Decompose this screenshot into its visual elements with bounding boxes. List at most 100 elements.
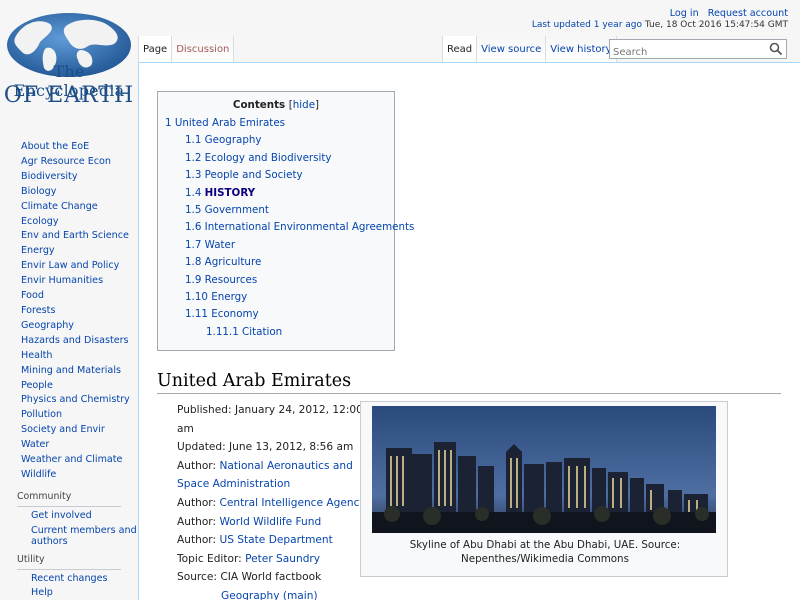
personal-tools: Log in Request account <box>664 8 788 19</box>
sidebar-item-food[interactable]: Food <box>0 289 138 304</box>
toc-entry[interactable]: 1.4 HISTORY <box>158 185 394 202</box>
toc-number: 1.11.1 <box>206 325 239 338</box>
author-label: Author: <box>177 515 217 528</box>
toc-entry[interactable]: 1.11.1 Citation <box>158 324 394 341</box>
toc-link[interactable]: 1.2 Ecology and Biodiversity <box>185 152 332 164</box>
sidebar-item-geography[interactable]: Geography <box>0 319 138 334</box>
sidebar-item-biodiversity[interactable]: Biodiversity <box>0 170 138 185</box>
last-updated-link[interactable]: Last updated 1 year ago <box>532 20 642 30</box>
sidebar-item-help[interactable]: Help <box>0 586 138 600</box>
sidebar-item-wildlife[interactable]: Wildlife <box>0 468 138 483</box>
updated-date: Updated: June 13, 2012, 8:56 am <box>177 441 354 454</box>
sidebar-utility-list: Recent changes Help <box>0 572 138 600</box>
toc-hide-link[interactable]: hide <box>293 99 315 111</box>
sidebar-item-get-involved[interactable]: Get involved <box>0 509 138 523</box>
skyline-photo[interactable] <box>372 406 716 533</box>
sidebar-item-people[interactable]: People <box>0 379 138 394</box>
toc-entry[interactable]: 1.1 Geography <box>158 132 394 149</box>
sidebar-item-mining-and-materials[interactable]: Mining and Materials <box>0 364 138 379</box>
tab-read[interactable]: Read <box>442 36 478 62</box>
tab-view-source[interactable]: View source <box>476 36 547 62</box>
sidebar-community-heading: Community <box>17 490 72 502</box>
toc-entry[interactable]: 1.3 People and Society <box>158 167 394 184</box>
toc-link[interactable]: 1.9 Resources <box>185 274 257 286</box>
toc-link[interactable]: 1.7 Water <box>185 239 235 251</box>
toc-number: 1.3 <box>185 169 202 182</box>
toc-entry[interactable]: 1 United Arab Emirates <box>158 115 394 132</box>
tab-page[interactable]: Page <box>138 36 173 62</box>
author-row: Author: National Aeronautics and <box>177 457 367 476</box>
sidebar-utility-heading: Utility <box>17 553 45 565</box>
toc-label: Ecology and Biodiversity <box>204 151 332 164</box>
author-link-wwf[interactable]: World Wildlife Fund <box>219 516 321 528</box>
sidebar-item-envir-law-and-policy[interactable]: Envir Law and Policy <box>0 259 138 274</box>
sidebar-item-health[interactable]: Health <box>0 349 138 364</box>
topic-editor-link[interactable]: Peter Saundry <box>245 553 320 565</box>
toc-link[interactable]: 1.5 Government <box>185 204 269 216</box>
toc-link[interactable]: 1.3 People and Society <box>185 169 303 181</box>
toc-entry[interactable]: 1.11 Economy <box>158 306 394 323</box>
toc-entry[interactable]: 1.6 International Environmental Agreemen… <box>158 219 414 236</box>
sidebar-item-energy[interactable]: Energy <box>0 244 138 259</box>
author-link-nasa-cont[interactable]: Space Administration <box>177 478 290 490</box>
toc-link[interactable]: 1.6 International Environmental Agreemen… <box>185 221 414 233</box>
sidebar-item-ecology[interactable]: Ecology <box>0 215 138 230</box>
sidebar-item-pollution[interactable]: Pollution <box>0 408 138 423</box>
caption-line: Skyline of Abu Dhabi at the Abu Dhabi, U… <box>409 539 681 551</box>
sidebar-item-about-the-eoe[interactable]: About the EoE <box>0 140 138 155</box>
author-row: Author: US State Department <box>177 531 367 550</box>
request-account-link[interactable]: Request account <box>708 8 788 19</box>
toc-label: Geography <box>204 134 262 147</box>
toc-entry[interactable]: 1.5 Government <box>158 202 394 219</box>
geography-main-link[interactable]: Geography (main) <box>221 590 318 600</box>
toc-label: Citation <box>242 325 283 338</box>
author-label: Author: <box>177 496 217 509</box>
toc-entry[interactable]: 1.9 Resources <box>158 272 394 289</box>
toc-link[interactable]: 1.8 Agriculture <box>185 256 261 268</box>
search-icon[interactable] <box>769 42 783 56</box>
caption-line: Nepenthes/Wikimedia Commons <box>461 553 629 565</box>
sidebar-item-biology[interactable]: Biology <box>0 185 138 200</box>
toc-label: Economy <box>211 308 259 321</box>
sidebar-item-climate-change[interactable]: Climate Change <box>0 200 138 215</box>
sidebar-community-list: Get involved Current members and authors <box>0 509 138 547</box>
search-input[interactable] <box>610 43 760 62</box>
author-label: Author: <box>177 534 217 547</box>
toc-entry[interactable]: 1.10 Energy <box>158 289 394 306</box>
toc-label: Resources <box>204 273 258 286</box>
tab-discussion[interactable]: Discussion <box>171 36 235 62</box>
sidebar-item-current-members[interactable]: Current members and authors <box>0 525 138 547</box>
sidebar-item-hazards-and-disasters[interactable]: Hazards and Disasters <box>0 334 138 349</box>
toc-link[interactable]: 1.11.1 Citation <box>206 326 282 338</box>
login-link[interactable]: Log in <box>670 8 699 19</box>
toc-link[interactable]: 1.11 Economy <box>185 308 259 320</box>
toc-number: 1.7 <box>185 238 202 251</box>
sidebar-item-agr-resource-econ[interactable]: Agr Resource Econ <box>0 155 138 170</box>
sidebar-item-env-and-earth-science[interactable]: Env and Earth Science <box>0 229 138 244</box>
author-link-cia[interactable]: Central Intelligence Agency <box>219 497 365 509</box>
sidebar-item-forests[interactable]: Forests <box>0 304 138 319</box>
toc-label: HISTORY <box>204 186 256 199</box>
sidebar-item-society-and-envir[interactable]: Society and Envir <box>0 423 138 438</box>
toc-entry[interactable]: 1.8 Agriculture <box>158 254 394 271</box>
tab-view-history[interactable]: View history <box>545 36 617 62</box>
toc-number: 1.6 <box>185 221 202 234</box>
sidebar-item-physics-and-chemistry[interactable]: Physics and Chemistry <box>0 393 138 408</box>
divider <box>17 568 121 570</box>
toc-link[interactable]: 1.4 HISTORY <box>185 187 255 199</box>
toc-number: 1.5 <box>185 203 202 216</box>
toc-entry[interactable]: 1.7 Water <box>158 237 394 254</box>
author-link-nasa[interactable]: National Aeronautics and <box>219 460 352 472</box>
sidebar-item-recent-changes[interactable]: Recent changes <box>0 572 138 586</box>
author-link-state-dept[interactable]: US State Department <box>219 534 332 546</box>
toc-number: 1.2 <box>185 151 202 164</box>
toc-link[interactable]: 1 United Arab Emirates <box>165 117 285 129</box>
toc-entry[interactable]: 1.2 Ecology and Biodiversity <box>158 150 394 167</box>
toc-link[interactable]: 1.1 Geography <box>185 134 262 146</box>
sidebar-item-water[interactable]: Water <box>0 438 138 453</box>
topic-editor-label: Topic Editor: <box>177 552 242 565</box>
toc-link[interactable]: 1.10 Energy <box>185 291 247 303</box>
main-content: Contents [hide] 1 United Arab Emirates 1.… <box>138 62 800 600</box>
sidebar-item-weather-and-climate[interactable]: Weather and Climate <box>0 453 138 468</box>
sidebar-item-envir-humanities[interactable]: Envir Humanities <box>0 274 138 289</box>
